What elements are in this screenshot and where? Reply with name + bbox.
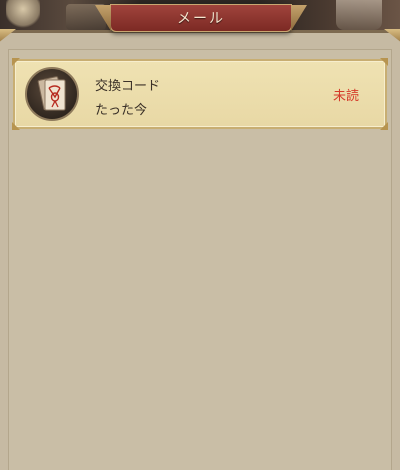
background-lamp: [6, 0, 40, 30]
mail-list[interactable]: 交換コード たった今 未読: [8, 49, 392, 470]
title-tab: メール: [95, 4, 307, 32]
page-title: メール: [177, 11, 225, 27]
mail-panel: 交換コード たった今 未読: [0, 29, 400, 470]
card-corner-ornament: [12, 58, 20, 66]
card-corner-ornament: [380, 122, 388, 130]
unread-status-label: 未読: [332, 89, 359, 104]
mail-list-item[interactable]: 交換コード たった今 未読: [12, 58, 388, 130]
mail-timestamp: たった今: [95, 103, 148, 118]
mail-title: 交換コード: [95, 79, 161, 94]
panel-corner-ornament-right: [384, 29, 400, 43]
card-corner-ornament: [380, 58, 388, 66]
card-corner-ornament: [12, 122, 20, 130]
panel-corner-ornament-left: [0, 29, 16, 43]
background-vase: [336, 0, 382, 30]
envelope-icon: [25, 67, 79, 121]
